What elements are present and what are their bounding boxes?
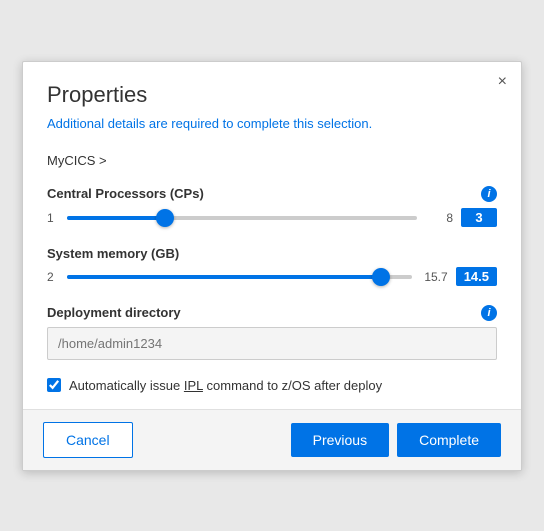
close-button[interactable]: × (498, 74, 507, 90)
dialog-subtitle: Additional details are required to compl… (47, 116, 497, 131)
breadcrumb: MyCICS > (47, 153, 497, 168)
directory-input[interactable] (47, 327, 497, 360)
cpu-info-icon[interactable]: i (481, 186, 497, 202)
directory-field-row: Deployment directory i (47, 305, 497, 360)
memory-slider-row: 2 15.7 14.5 (47, 267, 497, 287)
cpu-slider-wrapper (67, 208, 417, 228)
memory-max-label: 15.7 (420, 270, 448, 284)
cpu-field-label: Central Processors (CPs) i (47, 186, 497, 202)
checkbox-row: Automatically issue IPL command to z/OS … (47, 378, 497, 393)
previous-button[interactable]: Previous (291, 423, 389, 457)
properties-dialog: Properties × Additional details are requ… (22, 61, 522, 471)
cpu-value-display: 3 (461, 208, 497, 227)
memory-slider-wrapper (67, 267, 412, 287)
directory-info-icon[interactable]: i (481, 305, 497, 321)
memory-field-label: System memory (GB) (47, 246, 497, 261)
dialog-title: Properties (47, 82, 497, 108)
cpu-max-label: 8 (425, 211, 453, 225)
dialog-footer: Cancel Previous Complete (23, 409, 521, 470)
cpu-slider-row: 1 8 3 (47, 208, 497, 228)
directory-field-label: Deployment directory i (47, 305, 497, 321)
directory-label-text: Deployment directory (47, 305, 181, 320)
memory-field-row: System memory (GB) 2 15.7 14.5 (47, 246, 497, 287)
dialog-header: Properties × Additional details are requ… (23, 62, 521, 153)
dialog-body: MyCICS > Central Processors (CPs) i 1 8 … (23, 153, 521, 409)
checkbox-label-post: command to z/OS after deploy (203, 378, 382, 393)
ipl-checkbox[interactable] (47, 378, 61, 392)
cancel-button[interactable]: Cancel (43, 422, 133, 458)
memory-value-display: 14.5 (456, 267, 497, 286)
footer-right-buttons: Previous Complete (291, 423, 501, 457)
ipl-underline: IPL (184, 378, 203, 393)
cpu-field-row: Central Processors (CPs) i 1 8 3 (47, 186, 497, 228)
cpu-min-label: 1 (47, 211, 59, 225)
complete-button[interactable]: Complete (397, 423, 501, 457)
cpu-label-text: Central Processors (CPs) (47, 186, 204, 201)
checkbox-label-pre: Automatically issue (69, 378, 184, 393)
checkbox-label: Automatically issue IPL command to z/OS … (69, 378, 382, 393)
memory-label-text: System memory (GB) (47, 246, 179, 261)
memory-min-label: 2 (47, 270, 59, 284)
